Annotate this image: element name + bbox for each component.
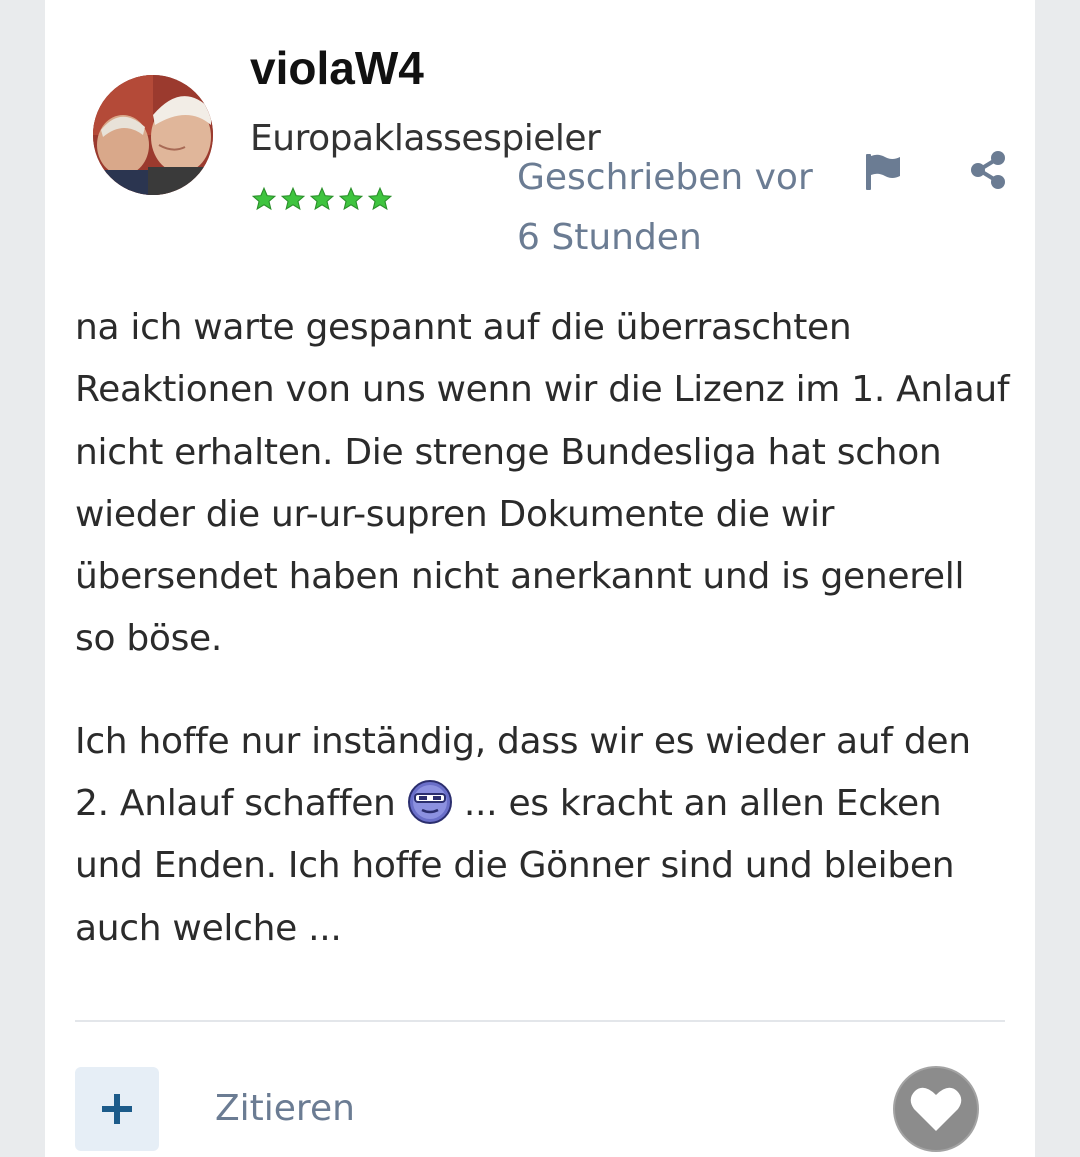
plus-icon — [102, 1094, 132, 1124]
post-timestamp[interactable]: Geschrieben vor 6 Stunden — [517, 148, 827, 268]
rank-stars — [250, 186, 394, 212]
post-card: violaW4 Europaklassespieler Geschrieben … — [45, 0, 1035, 1157]
star-icon — [309, 186, 335, 211]
posted-time: 6 Stunden — [517, 217, 702, 258]
divider — [75, 1020, 1005, 1022]
like-button[interactable] — [893, 1066, 979, 1152]
username[interactable]: violaW4 — [250, 40, 424, 96]
star-icon — [367, 186, 393, 211]
star-icon — [251, 186, 277, 211]
report-button[interactable] — [860, 150, 906, 194]
post-paragraph: na ich warte gespannt auf die überrascht… — [75, 307, 1010, 660]
star-icon — [338, 186, 364, 211]
share-icon — [971, 151, 1005, 189]
post-paragraph: Ich hoffe nur inständig, dass wir es wie… — [75, 711, 1010, 960]
heart-icon — [910, 1087, 962, 1131]
star-icon — [280, 186, 306, 211]
multiquote-button[interactable] — [75, 1067, 159, 1151]
sunglasses-emoji-icon — [407, 780, 452, 825]
avatar[interactable] — [93, 75, 213, 195]
flag-icon — [866, 154, 900, 190]
share-button[interactable] — [967, 150, 1013, 190]
post-content: na ich warte gespannt auf die überrascht… — [75, 297, 1010, 1000]
quote-button[interactable]: Zitieren — [215, 1086, 355, 1132]
posted-label: Geschrieben vor — [517, 157, 813, 198]
